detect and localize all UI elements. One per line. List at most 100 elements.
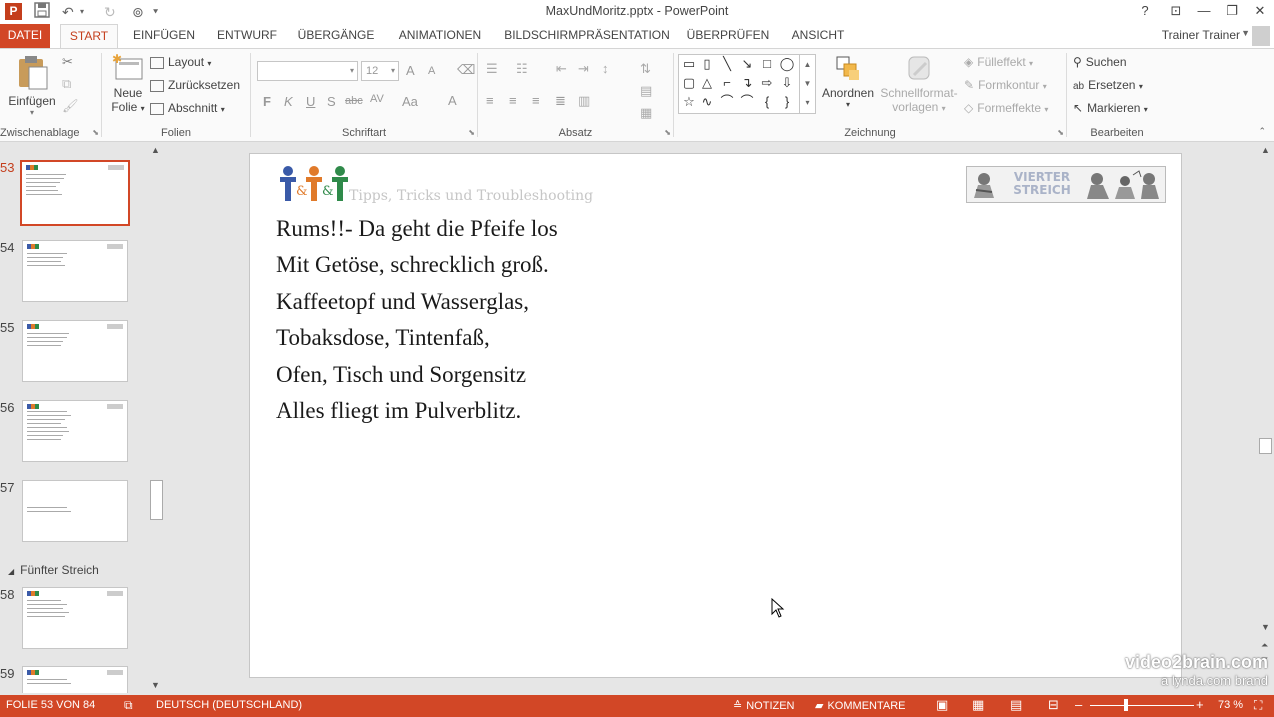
zoom-level[interactable]: 73 % bbox=[1218, 699, 1243, 711]
redo-icon[interactable]: ↻ bbox=[104, 2, 116, 22]
shape-fill-button[interactable]: ◈ Fülleffekt ▾ bbox=[964, 55, 1033, 69]
clear-formatting-icon[interactable]: ⌫ bbox=[457, 62, 475, 78]
numbering-icon[interactable]: ☷ bbox=[516, 61, 528, 77]
tab-entwurf[interactable]: ENTWURF bbox=[210, 24, 284, 48]
user-dropdown-icon[interactable]: ▼ bbox=[1241, 28, 1250, 38]
help-icon[interactable]: ? bbox=[1132, 1, 1158, 21]
comments-button[interactable]: ▰ KOMMENTARE bbox=[815, 699, 906, 712]
reset-button[interactable]: Zurücksetzen bbox=[150, 78, 240, 92]
change-case-icon[interactable]: Aa bbox=[402, 94, 418, 109]
powerpoint-app-icon[interactable]: P bbox=[5, 3, 22, 20]
tab-ueberpruefen[interactable]: ÜBERPRÜFEN bbox=[684, 24, 772, 48]
tab-datei[interactable]: DATEI bbox=[0, 24, 50, 48]
shapes-gallery-scroll[interactable]: ▲ ▼ ▾ bbox=[799, 55, 815, 113]
clipboard-launcher-icon[interactable]: ⬊ bbox=[92, 128, 99, 137]
ribbon-display-options-icon[interactable]: ⊡ bbox=[1163, 1, 1189, 21]
slide-thumbnail-58[interactable] bbox=[22, 587, 128, 649]
slide-canvas[interactable]: & & Tipps, Tricks und Troubleshooting VI… bbox=[249, 153, 1182, 678]
drawing-launcher-icon[interactable]: ⬊ bbox=[1057, 128, 1064, 137]
paste-button[interactable]: Einfügen ▾ bbox=[8, 53, 56, 117]
customize-qat-icon[interactable]: ⯆ bbox=[152, 2, 159, 22]
quick-styles-button[interactable]: Schnellformat- vorlagen ▾ bbox=[878, 55, 960, 114]
collapse-ribbon-icon[interactable]: ⌃ bbox=[1258, 126, 1266, 137]
justify-icon[interactable]: ≣ bbox=[555, 93, 566, 109]
slide-scroll-thumb[interactable] bbox=[1259, 438, 1272, 454]
zoom-in-icon[interactable]: + bbox=[1196, 697, 1204, 712]
fit-slide-icon[interactable]: ⛶ bbox=[1254, 698, 1262, 713]
format-painter-icon[interactable]: 🖌 bbox=[62, 98, 79, 114]
align-center-icon[interactable]: ≡ bbox=[509, 93, 517, 108]
undo-dropdown-icon[interactable]: ▾ bbox=[80, 2, 84, 22]
smartart-icon[interactable]: ▦ bbox=[640, 105, 652, 121]
align-left-icon[interactable]: ≡ bbox=[486, 93, 494, 108]
reading-view-icon[interactable]: ▤ bbox=[1010, 697, 1022, 713]
zoom-slider[interactable] bbox=[1090, 699, 1194, 711]
section-button[interactable]: Abschnitt ▾ bbox=[150, 101, 225, 115]
font-launcher-icon[interactable]: ⬊ bbox=[468, 128, 475, 137]
strikethrough-icon[interactable]: abc bbox=[345, 95, 363, 107]
shape-outline-button[interactable]: ✎ Formkontur ▾ bbox=[964, 78, 1047, 92]
replace-button[interactable]: ab Ersetzen ▾ bbox=[1073, 78, 1143, 92]
shadow-icon[interactable]: S bbox=[327, 94, 336, 109]
decrease-indent-icon[interactable]: ⇤ bbox=[556, 61, 567, 77]
normal-view-icon[interactable]: ▣ bbox=[936, 697, 948, 713]
arrange-button[interactable]: Anordnen ▾ bbox=[820, 55, 876, 109]
text-direction-icon[interactable]: ⇅ bbox=[640, 61, 651, 77]
slide-thumbnail-59[interactable] bbox=[22, 666, 128, 693]
shapes-gallery[interactable]: ▭ ▯ ╲ ↘ □ ◯ ▢ △ ⌐ ↴ ⇨ ⇩ ☆ ∿ ⌒ ⌒ { } ▲ ▼ ▾ bbox=[678, 54, 816, 114]
user-name[interactable]: Trainer Trainer bbox=[1162, 28, 1240, 42]
slide-sorter-icon[interactable]: ▦ bbox=[972, 697, 984, 713]
slide-thumbnail-57[interactable] bbox=[22, 480, 128, 542]
font-color-icon[interactable]: A bbox=[448, 93, 457, 108]
grow-font-icon[interactable]: A bbox=[406, 63, 415, 78]
tab-animationen[interactable]: ANIMATIONEN bbox=[388, 24, 492, 48]
character-spacing-icon[interactable]: AV bbox=[370, 93, 384, 105]
tab-einfuegen[interactable]: EINFÜGEN bbox=[127, 24, 201, 48]
tab-start[interactable]: START bbox=[60, 24, 118, 49]
section-header[interactable]: ◢ Fünfter Streich bbox=[8, 563, 99, 577]
font-name-combobox[interactable]: ▾ bbox=[257, 61, 358, 81]
spell-check-icon[interactable]: ⧉ bbox=[124, 698, 133, 713]
find-button[interactable]: ⚲ Suchen bbox=[1073, 55, 1127, 69]
undo-icon[interactable]: ↶ bbox=[62, 2, 74, 22]
minimize-icon[interactable]: — bbox=[1191, 1, 1217, 21]
increase-indent-icon[interactable]: ⇥ bbox=[578, 61, 589, 77]
start-presentation-icon[interactable]: ⊚ bbox=[132, 2, 144, 22]
maximize-icon[interactable]: ❐ bbox=[1219, 1, 1245, 21]
layout-button[interactable]: Layout ▾ bbox=[150, 55, 211, 69]
new-slide-button[interactable]: ✱ Neue Folie ▾ bbox=[108, 52, 148, 114]
slide-vertical-scrollbar[interactable]: ▲ ▼ ⏶ ⏷ bbox=[1257, 142, 1274, 693]
columns-icon[interactable]: ▥ bbox=[578, 93, 590, 109]
slide-body-text[interactable]: Rums!!- Da geht die Pfeife los Mit Getös… bbox=[276, 211, 558, 429]
tab-ansicht[interactable]: ANSICHT bbox=[781, 24, 855, 48]
align-right-icon[interactable]: ≡ bbox=[532, 93, 540, 108]
close-icon[interactable]: ✕ bbox=[1247, 1, 1273, 21]
bold-icon[interactable]: F bbox=[263, 94, 271, 109]
tab-bildschirmpraesentation[interactable]: BILDSCHIRMPRÄSENTATION bbox=[500, 24, 674, 48]
shrink-font-icon[interactable]: A bbox=[428, 65, 435, 77]
italic-icon[interactable]: K bbox=[284, 94, 293, 109]
zoom-slider-thumb[interactable] bbox=[1124, 699, 1129, 711]
underline-icon[interactable]: U bbox=[306, 94, 315, 109]
language-indicator[interactable]: DEUTSCH (DEUTSCHLAND) bbox=[156, 699, 302, 711]
bullets-icon[interactable]: ☰ bbox=[486, 61, 498, 77]
copy-icon[interactable]: ⧉ bbox=[62, 76, 71, 92]
save-icon[interactable] bbox=[34, 2, 50, 22]
font-size-combobox[interactable]: 12 ▾ bbox=[361, 61, 399, 81]
slide-thumbnail-53[interactable] bbox=[20, 160, 130, 226]
thumbnail-pane-scroll-thumb[interactable] bbox=[150, 480, 163, 520]
shape-effects-button[interactable]: ◇ Formeffekte ▾ bbox=[964, 101, 1048, 115]
slide-thumbnail-55[interactable] bbox=[22, 320, 128, 382]
tab-uebergaenge[interactable]: ÜBERGÄNGE bbox=[293, 24, 379, 48]
slide-thumbnail-54[interactable] bbox=[22, 240, 128, 302]
notes-button[interactable]: ≙ NOTIZEN bbox=[733, 699, 795, 712]
cut-icon[interactable]: ✂ bbox=[62, 54, 73, 70]
slide-thumbnail-56[interactable] bbox=[22, 400, 128, 462]
paragraph-launcher-icon[interactable]: ⬊ bbox=[664, 128, 671, 137]
thumbnail-pane-scrollbar[interactable]: ▲ ▼ bbox=[148, 142, 165, 693]
slideshow-view-icon[interactable]: ⊟ bbox=[1048, 697, 1059, 713]
zoom-out-icon[interactable]: – bbox=[1075, 697, 1082, 712]
user-avatar[interactable] bbox=[1252, 26, 1270, 46]
align-text-icon[interactable]: ▤ bbox=[640, 83, 652, 99]
line-spacing-icon[interactable]: ↕ bbox=[602, 61, 609, 76]
